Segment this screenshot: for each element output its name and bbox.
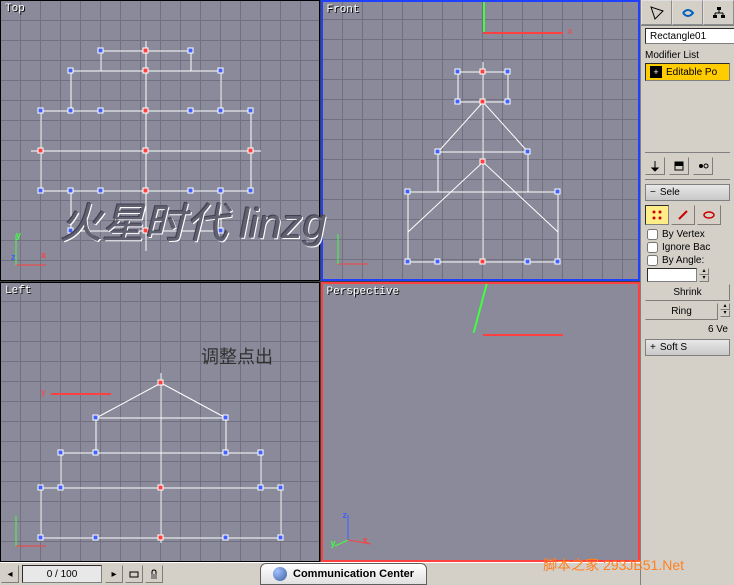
show-result-icon[interactable]: [669, 157, 689, 175]
viewport-label-front: Front: [327, 4, 360, 16]
hierarchy-tab[interactable]: [703, 0, 734, 25]
ring-spinner[interactable]: ▴▾: [720, 303, 730, 320]
viewport-label-left: Left: [5, 285, 31, 297]
viewport-left[interactable]: Left 调整点出: [0, 282, 320, 563]
communication-center-bar[interactable]: Communication Center: [260, 563, 427, 585]
by-vertex-checkbox[interactable]: [647, 229, 658, 240]
angle-spinner[interactable]: ▴▾: [699, 268, 709, 282]
frame-counter: 0 / 100: [22, 565, 102, 583]
viewport-top[interactable]: Top: [0, 0, 320, 281]
timeline-prev-icon[interactable]: ◂: [1, 565, 19, 583]
command-panel-tabs: [641, 0, 734, 26]
viewport-front[interactable]: Front: [321, 0, 641, 281]
pin-stack-icon[interactable]: [645, 157, 665, 175]
wireframe-front: [383, 62, 603, 272]
wireframe-left: [31, 373, 291, 553]
globe-icon: [273, 567, 287, 581]
stack-tools: [645, 152, 730, 180]
border-level-icon[interactable]: [697, 205, 721, 225]
modifier-list-label: Modifier List: [645, 50, 730, 61]
viewport-label-top: Top: [5, 3, 25, 15]
modify-tab[interactable]: [672, 0, 703, 25]
selection-rollout-header[interactable]: −Sele: [645, 184, 730, 201]
create-tab[interactable]: [641, 0, 672, 25]
key-mode-icon[interactable]: [125, 565, 143, 583]
communication-center-title: Communication Center: [293, 568, 414, 580]
axis-gizmo-left: [11, 511, 51, 551]
ignore-backfacing-label: Ignore Bac: [662, 242, 710, 253]
command-panel: Modifier List + Editable Po −Sele By Ver…: [640, 0, 734, 585]
subobject-level-icons: [645, 205, 730, 225]
expand-icon[interactable]: +: [650, 66, 662, 78]
angle-spinner-input[interactable]: [647, 268, 697, 282]
by-vertex-label: By Vertex: [662, 229, 705, 240]
object-name-field[interactable]: [645, 28, 734, 44]
by-angle-checkbox[interactable]: [647, 255, 658, 266]
viewport-perspective[interactable]: Perspective: [321, 282, 641, 563]
shrink-button[interactable]: Shrink: [645, 284, 730, 301]
by-angle-label: By Angle:: [662, 255, 704, 266]
timeline-next-icon[interactable]: ▸: [105, 565, 123, 583]
selection-info: 6 Ve: [641, 322, 734, 337]
soft-selection-rollout-header[interactable]: +Soft S: [645, 339, 730, 356]
modifier-name: Editable Po: [666, 67, 717, 78]
annotation-text: 调整点出: [201, 343, 273, 369]
lock-icon[interactable]: [145, 565, 163, 583]
modifier-stack[interactable]: + Editable Po: [645, 63, 730, 81]
ignore-backfacing-checkbox[interactable]: [647, 242, 658, 253]
edge-level-icon[interactable]: [671, 205, 695, 225]
axis-gizmo-front: [333, 229, 373, 269]
axis-gizmo-perspective: x y z: [333, 510, 373, 550]
modifier-item-editable-poly[interactable]: + Editable Po: [646, 64, 729, 80]
vertex-level-icon[interactable]: [645, 205, 669, 225]
watermark-corner: 脚本之家 293JB51.Net: [543, 555, 684, 575]
viewport-label-perspective: Perspective: [327, 286, 400, 298]
wireframe-top: [31, 41, 291, 261]
ring-button[interactable]: Ring: [645, 303, 718, 320]
make-unique-icon[interactable]: [693, 157, 713, 175]
axis-gizmo-top: x y z: [11, 230, 51, 270]
